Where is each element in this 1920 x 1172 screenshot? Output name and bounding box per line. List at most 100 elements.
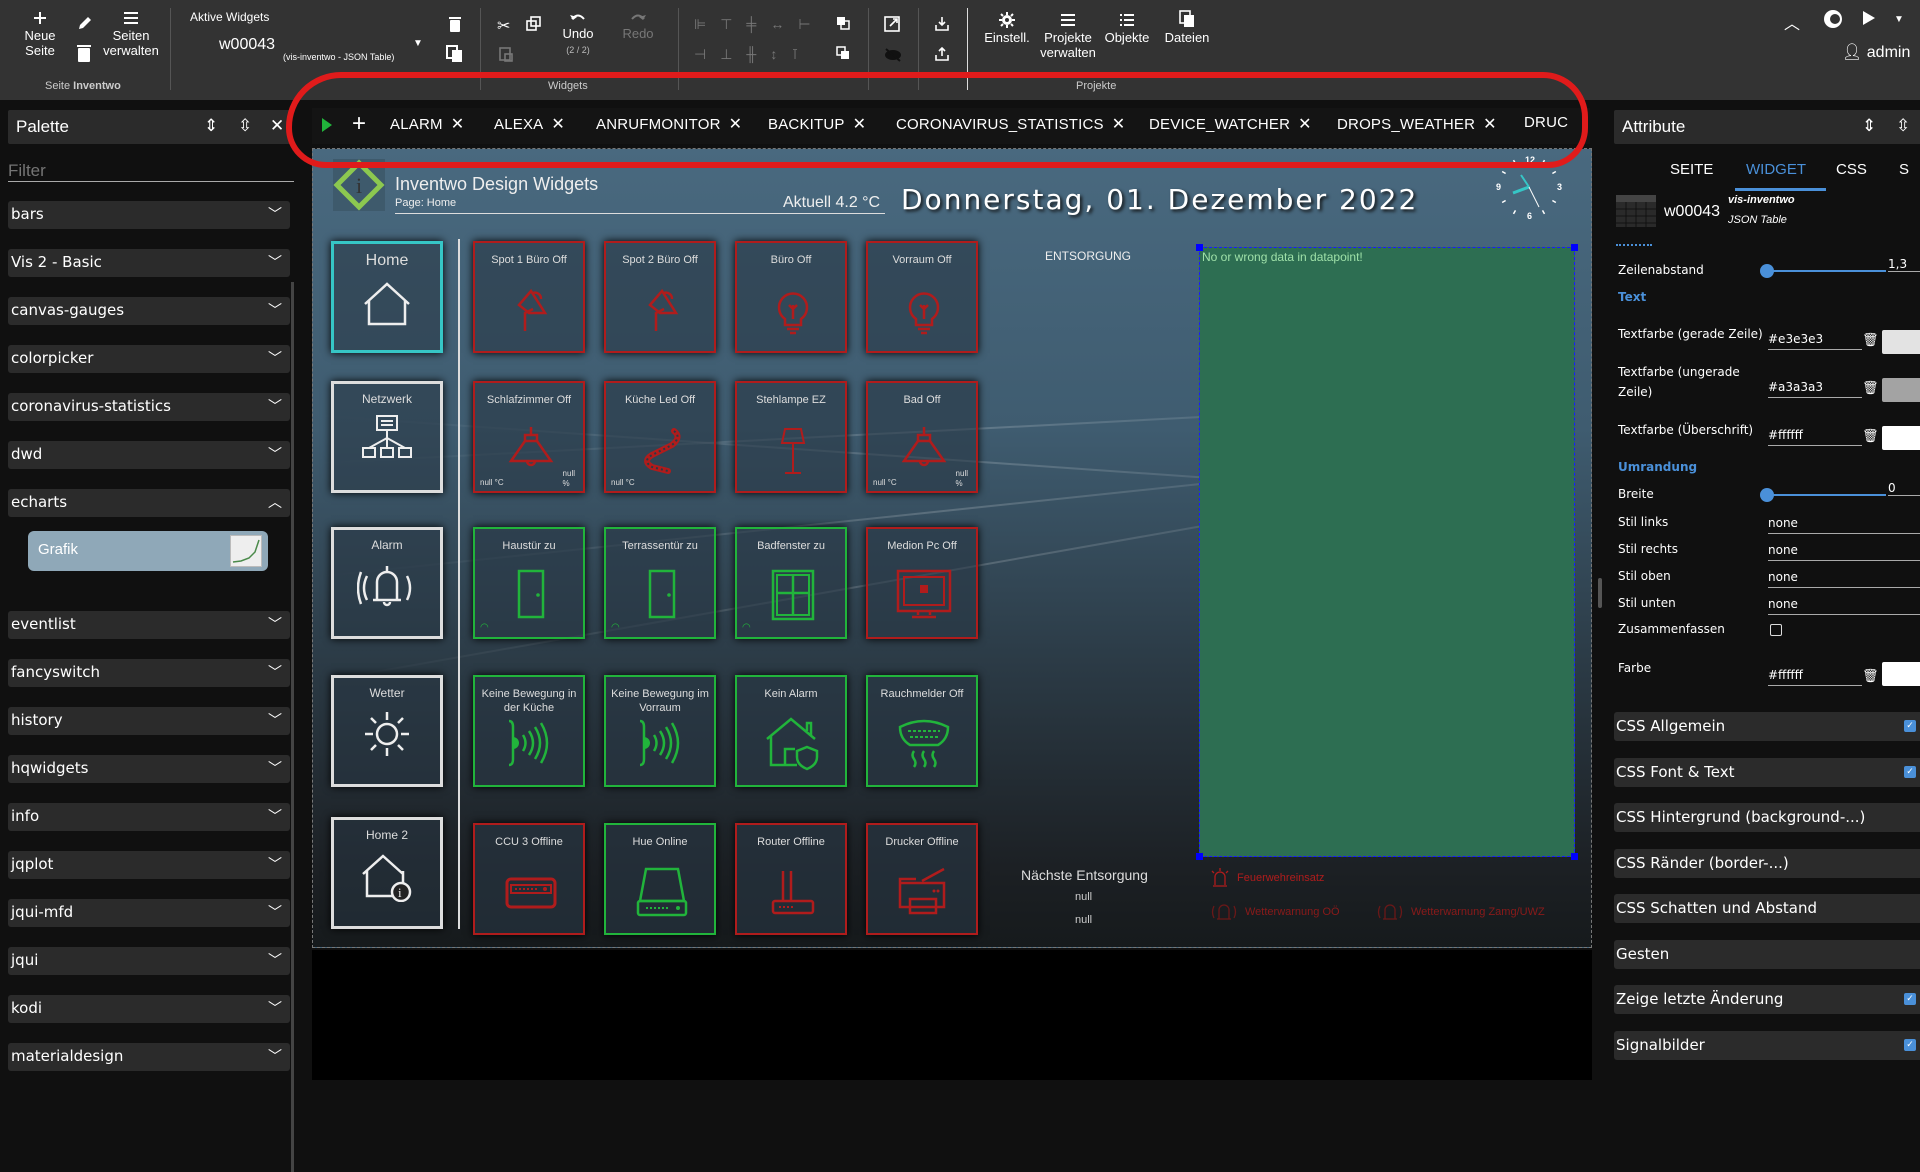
device-tile[interactable]: Büro Off	[735, 241, 847, 353]
close-tab-icon[interactable]: ✕	[451, 116, 465, 133]
tab-alexa[interactable]: ALEXA ✕	[494, 114, 565, 134]
device-tile[interactable]: Haustür zu ◠	[473, 527, 585, 639]
accordion-checkbox[interactable]: ✓	[1904, 993, 1916, 1005]
manage-projects-button[interactable]: Projekte verwalten	[1036, 12, 1100, 60]
device-tile[interactable]: Kein Alarm	[735, 675, 847, 787]
cut-button[interactable]: ✂	[497, 16, 510, 36]
slider-knob[interactable]	[1760, 264, 1774, 278]
accordion-checkbox[interactable]: ✓	[1904, 720, 1916, 732]
json-table-widget[interactable]: No or wrong data in datapoint!	[1196, 244, 1578, 860]
accordion-gesten[interactable]: Gesten	[1614, 939, 1920, 969]
close-tab-icon[interactable]: ✕	[729, 116, 743, 133]
canvas-scrollbar[interactable]	[1598, 578, 1602, 608]
device-tile[interactable]: Rauchmelder Off	[866, 675, 978, 787]
device-tile[interactable]: Spot 2 Büro Off	[604, 241, 716, 353]
close-tab-icon[interactable]: ✕	[1112, 116, 1126, 133]
align-tools-top[interactable]: ⊫⊤╪↔⊢	[694, 16, 825, 33]
paste-button[interactable]	[498, 46, 514, 67]
tab-s[interactable]: S	[1899, 161, 1909, 178]
collapse-all-icon[interactable]: ⇳	[238, 116, 252, 136]
objects-button[interactable]: Objekte	[1102, 12, 1152, 45]
nav-tile-alarm[interactable]: Alarm	[331, 527, 443, 639]
device-tile[interactable]: CCU 3 Offline	[473, 823, 585, 935]
tab-coronavirus_statistics[interactable]: CORONAVIRUS_STATISTICS ✕	[896, 114, 1125, 134]
palette-group-fancyswitch[interactable]: fancyswitch ﹀	[8, 659, 290, 687]
resize-handle[interactable]	[1196, 853, 1203, 860]
clear-text-odd-icon[interactable]: 🗑︎	[1862, 380, 1879, 396]
nav-tile-netzwerk[interactable]: Netzwerk	[331, 381, 443, 493]
device-tile[interactable]: Küche Led Off null °C	[604, 381, 716, 493]
redo-button[interactable]: Redo	[618, 12, 658, 41]
resize-handle[interactable]	[1571, 244, 1578, 251]
line-spacing-slider[interactable]	[1760, 264, 1886, 278]
accordion-css-ränder-border[interactable]: CSS Ränder (border-...)	[1614, 848, 1920, 878]
palette-group-kodi[interactable]: kodi ﹀	[8, 995, 290, 1023]
editor-canvas[interactable]: i Inventwo Design Widgets Page: Home Akt…	[312, 148, 1592, 948]
device-tile[interactable]: Stehlampe EZ	[735, 381, 847, 493]
border-width-slider[interactable]	[1760, 488, 1886, 502]
palette-group-dwd[interactable]: dwd ﹀	[8, 441, 290, 469]
add-view-button[interactable]: +	[352, 110, 366, 138]
edit-page-button[interactable]	[76, 14, 94, 37]
device-tile[interactable]: Bad Off null °C null %	[866, 381, 978, 493]
text-even-input[interactable]: #e3e3e3	[1768, 332, 1862, 350]
accordion-checkbox[interactable]: ✓	[1904, 1038, 1916, 1051]
manage-pages-button[interactable]: Seiten verwalten	[100, 10, 162, 58]
palette-group-hqwidgets[interactable]: hqwidgets ﹀	[8, 755, 290, 783]
nav-tile-home[interactable]: Home	[331, 241, 443, 353]
widget-grafik[interactable]: Grafik	[28, 531, 268, 571]
tab-drops_weather[interactable]: DROPS_WEATHER ✕	[1337, 114, 1497, 134]
send-back-button[interactable]	[836, 46, 850, 65]
nav-tile-wetter[interactable]: Wetter	[331, 675, 443, 787]
run-menu-button[interactable]: ▼	[1894, 14, 1904, 25]
resize-handle[interactable]	[1571, 853, 1578, 860]
color-swatch[interactable]	[1882, 662, 1920, 686]
accordion-zeige-letzte-änderung[interactable]: Zeige letzte Änderung ✓	[1614, 985, 1920, 1014]
export-button[interactable]	[934, 46, 950, 67]
text-header-input[interactable]: #ffffff	[1768, 428, 1862, 446]
style-left-select[interactable]: none	[1768, 516, 1920, 534]
text-even-swatch[interactable]	[1882, 330, 1920, 354]
accordion-checkbox[interactable]: ✓	[1904, 765, 1916, 778]
color-input[interactable]: #ffffff	[1768, 668, 1862, 686]
delete-widget-button[interactable]	[448, 16, 462, 37]
toggle-visibility-button[interactable]	[884, 48, 902, 67]
device-tile[interactable]: Keine Bewegung im Vorraum	[604, 675, 716, 787]
device-tile[interactable]: Router Offline	[735, 823, 847, 935]
undo-button[interactable]: Undo (2 / 2)	[558, 12, 598, 58]
palette-group-coronavirus-statistics[interactable]: coronavirus-statistics ﹀	[8, 393, 290, 421]
device-tile[interactable]: Drucker Offline	[866, 823, 978, 935]
palette-group-history[interactable]: history ﹀	[8, 707, 290, 735]
files-button[interactable]: Dateien	[1160, 10, 1214, 45]
tab-widget[interactable]: WIDGET	[1746, 161, 1806, 178]
style-top-select[interactable]: none	[1768, 570, 1920, 588]
tab-anrufmonitor[interactable]: ANRUFMONITOR ✕	[596, 114, 742, 134]
device-tile[interactable]: Terrassentür zu ◠	[604, 527, 716, 639]
open-external-button[interactable]	[884, 16, 900, 37]
delete-page-button[interactable]	[76, 44, 92, 67]
duplicate-button[interactable]	[526, 16, 542, 37]
accordion-css-hintergrund-background[interactable]: CSS Hintergrund (background-...)	[1614, 803, 1920, 832]
tab-backitup[interactable]: BACKITUP ✕	[768, 114, 866, 134]
palette-group-eventlist[interactable]: eventlist ﹀	[8, 611, 290, 639]
tab-druc[interactable]: DRUC	[1524, 114, 1568, 131]
device-tile[interactable]: Medion Pc Off	[866, 527, 978, 639]
clear-text-even-icon[interactable]: 🗑︎	[1862, 332, 1879, 348]
device-tile[interactable]: Badfenster zu ◠	[735, 527, 847, 639]
active-widget-select[interactable]: w00043 (vis-inventwo - JSON Table) ▼	[205, 30, 425, 64]
accordion-css-allgemein[interactable]: CSS Allgemein ✓	[1614, 712, 1920, 741]
close-tab-icon[interactable]: ✕	[1483, 116, 1497, 133]
clear-text-header-icon[interactable]: 🗑︎	[1862, 428, 1879, 444]
expand-all-icon[interactable]: ⇕	[1862, 116, 1876, 136]
tab-device_watcher[interactable]: DEVICE_WATCHER ✕	[1149, 114, 1312, 134]
device-tile[interactable]: Schlafzimmer Off null °C null %	[473, 381, 585, 493]
clear-color-icon[interactable]: 🗑︎	[1862, 668, 1879, 684]
style-bottom-select[interactable]: none	[1768, 597, 1920, 615]
close-tab-icon[interactable]: ✕	[853, 116, 867, 133]
text-odd-input[interactable]: #a3a3a3	[1768, 380, 1862, 398]
palette-group-jqplot[interactable]: jqplot ﹀	[8, 851, 290, 879]
palette-group-vis-2-basic[interactable]: Vis 2 - Basic ﹀	[8, 249, 290, 277]
user-menu[interactable]: 👤︎ admin	[1842, 42, 1910, 62]
device-tile[interactable]: Spot 1 Büro Off	[473, 241, 585, 353]
align-tools-bottom[interactable]: ⊣⊥╫↕⊺	[694, 46, 813, 63]
